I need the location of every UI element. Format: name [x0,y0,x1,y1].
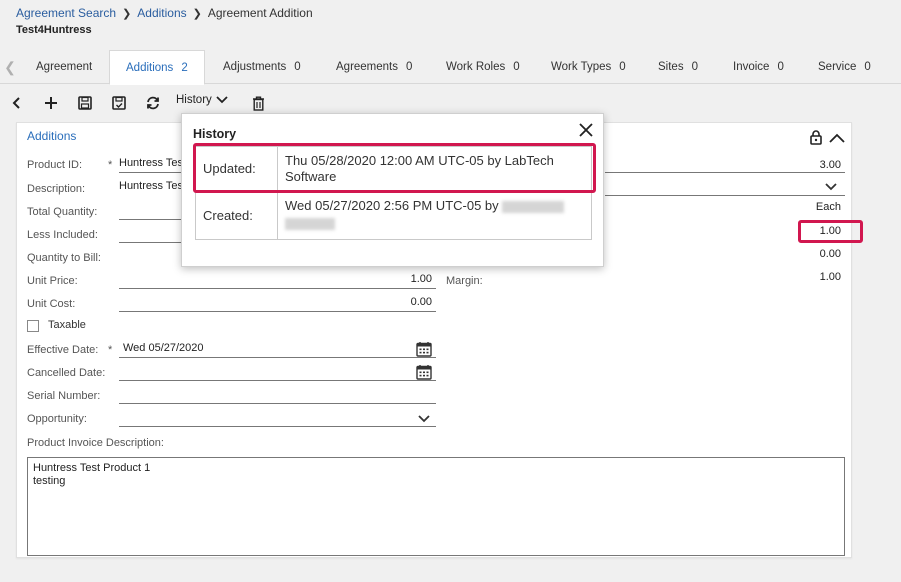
save-icon [78,96,92,110]
tab-label: Adjustments [223,61,287,73]
record-title: Test4Huntress [16,24,92,36]
tab-count: 2 [181,62,188,74]
chevron-down-icon[interactable] [417,412,431,426]
chevron-right-icon: ❯ [122,7,132,20]
effective-date-field[interactable]: Wed 05/27/2020 [119,340,436,358]
redacted-text [502,200,565,213]
chevron-right-icon: ❯ [192,7,202,20]
save-and-close-button[interactable] [108,92,130,114]
tab-count: 0 [619,61,626,73]
breadcrumb-link-additions[interactable]: Additions [137,6,186,20]
history-row-created: Created: Wed 05/27/2020 2:56 PM UTC-05 b… [195,191,592,240]
chevron-up-icon[interactable] [829,132,845,144]
refresh-icon [147,96,159,110]
quantity-to-bill-value: 0.00 [819,248,841,260]
calendar-icon[interactable] [416,341,432,357]
tab-agreement[interactable]: Agreement [36,50,92,84]
description-select[interactable] [605,178,845,196]
tab-count: 0 [691,61,698,73]
highlight-box [798,220,863,243]
breadcrumb-link-agreement-search[interactable]: Agreement Search [16,6,116,20]
tab-invoice[interactable]: Invoice 0 [733,50,784,84]
description-label: Description: [27,183,86,195]
history-button[interactable]: History [176,94,228,106]
save-button[interactable] [74,92,96,114]
opportunity-select[interactable] [119,409,436,427]
required-mark: * [108,159,113,171]
quantity-to-bill-label: Quantity to Bill: [27,252,101,264]
chevron-down-icon[interactable] [824,180,838,194]
tab-label: Work Types [551,61,612,73]
cancelled-date-label: Cancelled Date: [27,367,106,379]
unit-cost-field[interactable]: 0.00 [119,294,436,312]
tab-work-types[interactable]: Work Types 0 [551,50,626,84]
unit-price-label: Unit Price: [27,275,78,287]
trash-icon [252,96,264,111]
unit-price-field[interactable]: 1.00 [119,271,436,289]
tab-count: 0 [294,61,301,73]
tab-bar: ❮ Agreement Additions 2 Adjustments 0 Agre… [0,50,901,85]
effective-date-label: Effective Date: [27,344,99,356]
history-row-value: Wed 05/27/2020 2:56 PM UTC-05 by [285,198,499,213]
less-included-label: Less Included: [27,229,98,241]
unit-cost-label: Unit Cost: [27,298,76,310]
tab-label: Service [818,61,857,73]
opportunity-label: Opportunity: [27,413,87,425]
history-label: History [176,94,212,106]
back-button[interactable] [6,92,28,114]
save-close-icon [112,96,126,110]
close-icon[interactable] [578,122,594,138]
redacted-text [285,218,335,231]
refresh-button[interactable] [142,92,164,114]
taxable-checkbox[interactable] [27,320,39,332]
margin-value: 1.00 [819,271,841,283]
toolbar: History [0,88,901,116]
total-quantity-label: Total Quantity: [27,206,98,218]
product-id-field[interactable]: Huntress Test Product 1 [119,155,189,173]
tab-label: Agreement [36,61,93,73]
serial-number-field[interactable] [119,386,436,404]
taxable-label: Taxable [48,319,86,331]
required-mark: * [108,344,113,356]
tab-adjustments[interactable]: Adjustments 0 [223,50,301,84]
tab-label: Agreements [336,61,399,73]
product-id-label: Product ID: [27,159,83,171]
tab-label: Sites [658,61,684,73]
tab-sites[interactable]: Sites 0 [658,50,698,84]
history-row-label: Created: [195,191,278,240]
tab-count: 0 [513,61,520,73]
invoice-description-textarea[interactable]: Huntress Test Product 1 testing [27,457,845,556]
chevron-down-icon [216,96,228,104]
popup-title: History [193,127,237,141]
invoice-description-label: Product Invoice Description: [27,437,164,449]
tab-count: 0 [777,61,784,73]
tab-label: Work Roles [446,61,506,73]
breadcrumb: Agreement Search ❯ Additions ❯ Agreement… [16,6,313,20]
chevron-left-icon [12,97,20,109]
serial-number-label: Serial Number: [27,390,101,402]
tab-scroll-left-icon[interactable]: ❮ [2,56,18,78]
tab-label: Additions [126,62,174,74]
tab-work-roles[interactable]: Work Roles 0 [446,50,520,84]
tab-agreements[interactable]: Agreements 0 [336,50,412,84]
tab-service[interactable]: Service 0 [818,50,871,84]
lock-icon[interactable] [810,130,822,145]
margin-label: Margin: [446,275,483,287]
history-row-created-cell: Wed 05/27/2020 2:56 PM UTC-05 by [277,191,592,240]
quantity-value: 3.00 [819,159,841,171]
cancelled-date-field[interactable] [119,363,436,381]
add-button[interactable] [40,92,62,114]
calendar-icon[interactable] [416,364,432,380]
tab-count: 0 [864,61,871,73]
tab-count: 0 [406,61,413,73]
delete-button[interactable] [247,92,269,114]
tab-label: Invoice [733,61,770,73]
uom-value: Each [815,201,841,213]
section-title: Additions [27,129,77,143]
history-popup: History Updated: Thu 05/28/2020 12:00 AM… [181,113,604,267]
breadcrumb-current: Agreement Addition [207,6,313,20]
highlight-box [193,143,596,193]
plus-icon [45,97,57,109]
tab-additions[interactable]: Additions 2 [109,50,205,85]
